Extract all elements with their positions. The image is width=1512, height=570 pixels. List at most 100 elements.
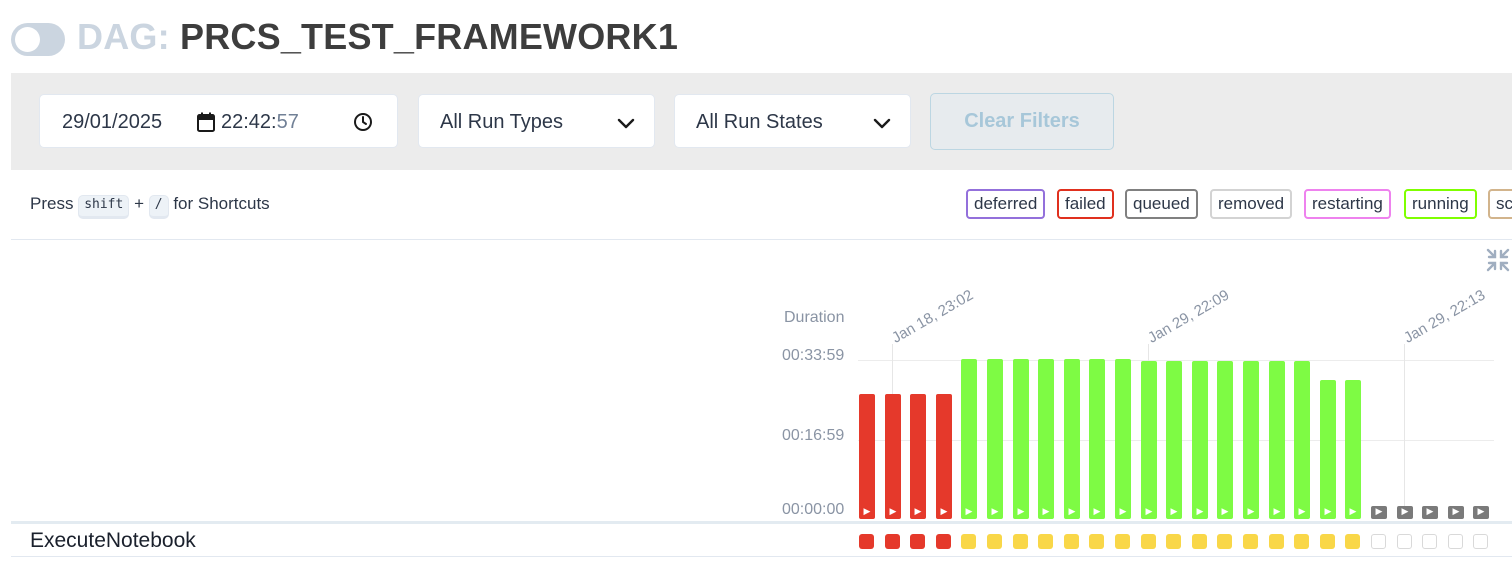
legend-failed[interactable]: failed (1057, 189, 1114, 219)
task-instance-cell[interactable] (1166, 534, 1181, 549)
dag-run-bar[interactable]: ▶ (1448, 506, 1464, 519)
base-date-field[interactable]: 29/01/2025 22:42:57 (39, 94, 398, 148)
dag-run-bar[interactable]: ▶ (910, 394, 926, 519)
dag-run-bar[interactable]: ▶ (1013, 359, 1029, 519)
task-instance-cell[interactable] (1345, 534, 1360, 549)
shortcut-suffix: for Shortcuts (173, 194, 270, 213)
shortcuts-hint: Press shift + / for Shortcuts (30, 194, 270, 219)
task-instance-cell[interactable] (1089, 534, 1104, 549)
duration-tick-max: 00:33:59 (782, 347, 845, 364)
task-instance-cell[interactable] (1397, 534, 1412, 549)
run-date-label: Jan 29, 22:09 (1145, 286, 1233, 347)
slash-key: / (148, 195, 169, 219)
state-legend: deferred failed queued removed restartin… (966, 189, 1512, 221)
legend-scheduled[interactable]: scheduled (1488, 189, 1512, 219)
collapse-icon[interactable] (1486, 248, 1510, 272)
task-instance-cell[interactable] (859, 534, 874, 549)
dag-pause-toggle[interactable] (11, 23, 65, 56)
legend-restarting[interactable]: restarting (1304, 189, 1391, 219)
play-icon: ▶ (1375, 506, 1383, 516)
task-instance-cell[interactable] (1038, 534, 1053, 549)
clear-filters-button[interactable]: Clear Filters (930, 93, 1114, 150)
dag-run-bar[interactable]: ▶ (1038, 359, 1054, 519)
task-instance-cell[interactable] (1294, 534, 1309, 549)
date-marker-line (1404, 344, 1405, 519)
dag-run-bar[interactable]: ▶ (1345, 380, 1361, 519)
dag-run-bar[interactable]: ▶ (1473, 506, 1489, 519)
dag-run-bar[interactable]: ▶ (1371, 506, 1387, 519)
task-instance-cell[interactable] (1422, 534, 1437, 549)
dag-run-bar[interactable]: ▶ (885, 394, 901, 519)
dag-run-bar[interactable]: ▶ (1141, 361, 1157, 519)
play-icon: ▶ (1477, 506, 1485, 516)
task-instance-cell[interactable] (1269, 534, 1284, 549)
task-instance-cell[interactable] (961, 534, 976, 549)
play-icon: ▶ (965, 506, 973, 516)
play-icon: ▶ (1247, 506, 1255, 516)
run-date-label: Jan 18, 23:02 (889, 286, 977, 347)
dag-run-bar[interactable]: ▶ (1192, 361, 1208, 519)
play-icon: ▶ (1068, 506, 1076, 516)
legend-removed[interactable]: removed (1210, 189, 1293, 219)
task-instance-cell[interactable] (1448, 534, 1463, 549)
toggle-knob (15, 27, 40, 52)
legend-deferred[interactable]: deferred (966, 189, 1046, 219)
task-instance-cell[interactable] (1013, 534, 1028, 549)
page-header: DAG: PRCS_TEST_FRAMEWORK1 (0, 0, 1512, 72)
play-icon: ▶ (1401, 506, 1409, 516)
task-instance-cell[interactable] (1217, 534, 1232, 549)
play-icon: ▶ (889, 506, 897, 516)
dag-run-bar[interactable]: ▶ (1217, 361, 1233, 519)
play-icon: ▶ (863, 506, 871, 516)
calendar-icon[interactable] (197, 112, 215, 132)
dag-run-bar[interactable]: ▶ (1320, 380, 1336, 519)
task-name[interactable]: ExecuteNotebook (30, 529, 196, 553)
play-icon: ▶ (1349, 506, 1357, 516)
section-divider (11, 239, 1512, 240)
run-state-select[interactable]: All Run States (674, 94, 911, 148)
dag-run-bar[interactable]: ▶ (1166, 361, 1182, 519)
task-instance-cell[interactable] (1243, 534, 1258, 549)
play-icon: ▶ (1221, 506, 1229, 516)
shortcut-press-text: Press (30, 194, 74, 213)
task-instance-cell[interactable] (987, 534, 1002, 549)
shift-key: shift (78, 195, 130, 219)
legend-running[interactable]: running (1404, 189, 1477, 219)
play-icon: ▶ (1324, 506, 1332, 516)
dag-run-bar[interactable]: ▶ (1422, 506, 1438, 519)
task-instance-cell[interactable] (1371, 534, 1386, 549)
task-instance-cell[interactable] (1320, 534, 1335, 549)
dag-run-bar[interactable]: ▶ (987, 359, 1003, 519)
task-instance-cell[interactable] (1192, 534, 1207, 549)
task-instance-cell[interactable] (936, 534, 951, 549)
play-icon: ▶ (991, 506, 999, 516)
dag-run-bar[interactable]: ▶ (1115, 359, 1131, 519)
dag-run-bar[interactable]: ▶ (1243, 361, 1259, 519)
dag-run-bar[interactable]: ▶ (1089, 359, 1105, 519)
play-icon: ▶ (1273, 506, 1281, 516)
dag-run-bar[interactable]: ▶ (936, 394, 952, 519)
task-instance-cell[interactable] (885, 534, 900, 549)
dag-run-bar[interactable]: ▶ (961, 359, 977, 519)
task-instance-cell[interactable] (1115, 534, 1130, 549)
task-instance-cell[interactable] (1473, 534, 1488, 549)
time-value[interactable]: 22:42:57 (221, 111, 299, 134)
duration-tick-zero: 00:00:00 (782, 501, 845, 518)
date-value[interactable]: 29/01/2025 (62, 111, 162, 134)
task-instance-cell[interactable] (1064, 534, 1079, 549)
dag-run-bar[interactable]: ▶ (1294, 361, 1310, 519)
dag-run-bar[interactable]: ▶ (1397, 506, 1413, 519)
play-icon: ▶ (1017, 506, 1025, 516)
run-type-select[interactable]: All Run Types (418, 94, 655, 148)
clock-icon[interactable] (353, 112, 373, 132)
task-instance-cell[interactable] (910, 534, 925, 549)
play-icon: ▶ (1119, 506, 1127, 516)
time-hours-minutes: 22:42: (221, 111, 277, 133)
legend-queued[interactable]: queued (1125, 189, 1198, 219)
task-instance-cell[interactable] (1141, 534, 1156, 549)
dag-run-bar[interactable]: ▶ (1269, 361, 1285, 519)
dag-label: DAG: (77, 16, 170, 57)
dag-run-bar[interactable]: ▶ (1064, 359, 1080, 519)
dag-run-bar[interactable]: ▶ (859, 394, 875, 519)
chevron-down-icon (873, 118, 891, 129)
